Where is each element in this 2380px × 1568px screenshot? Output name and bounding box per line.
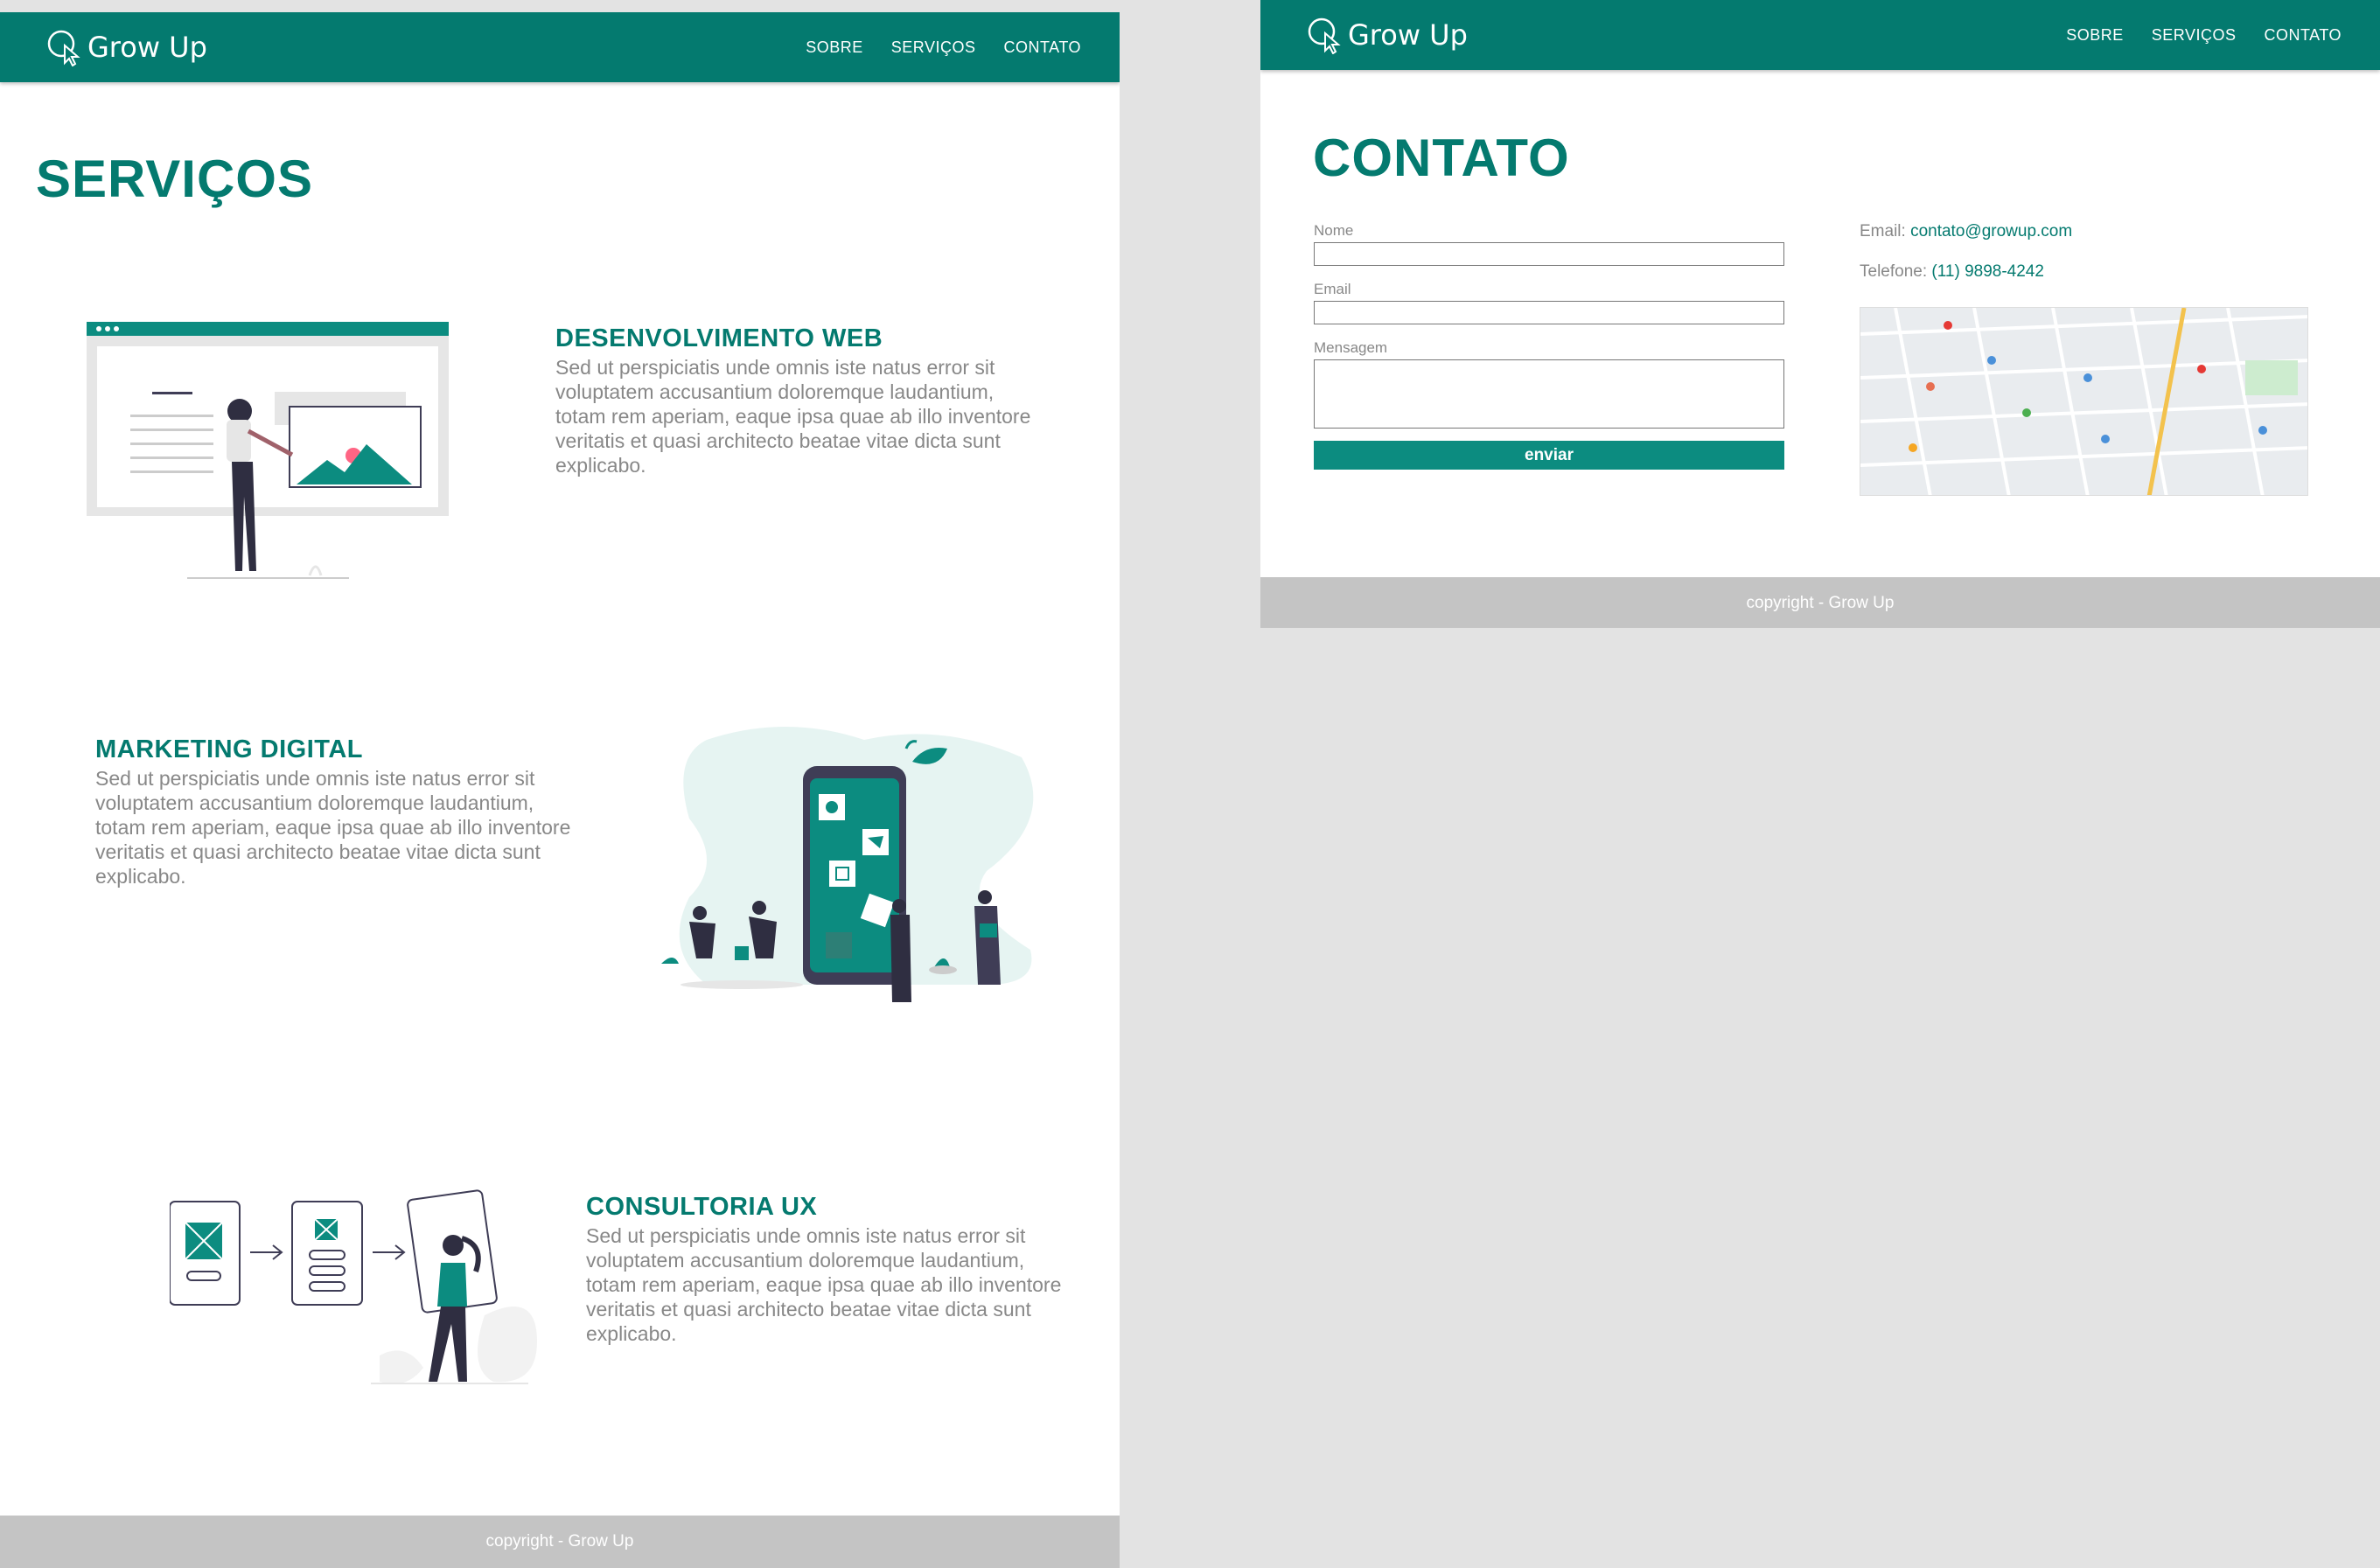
service-web-development: DESENVOLVIMENTO WEB Sed ut perspiciatis … — [555, 324, 1032, 477]
page-title: SERVIÇOS — [36, 150, 313, 208]
map-graphic — [1860, 308, 2307, 495]
service-title: DESENVOLVIMENTO WEB — [555, 324, 883, 352]
contact-page: Grow Up SOBRE SERVIÇOS CONTATO CONTATO N… — [1260, 0, 2380, 628]
brand-name: Grow Up — [1348, 18, 1468, 52]
service-title: CONSULTORIA UX — [586, 1193, 818, 1221]
email-label: Email — [1314, 281, 1351, 297]
brand-logo[interactable]: Grow Up — [45, 28, 207, 66]
contact-email-label: Email: — [1860, 222, 1906, 240]
location-map[interactable] — [1860, 307, 2308, 496]
contact-phone-row: Telefone: (11) 9898-4242 — [1860, 262, 2072, 282]
brand-name: Grow Up — [87, 31, 207, 64]
contact-form: Nome Email Mensagem enviar — [1314, 222, 1784, 470]
service-title: MARKETING DIGITAL — [95, 735, 363, 763]
nav-link-servicos[interactable]: SERVIÇOS — [2152, 26, 2237, 45]
contact-page-body: Grow Up SOBRE SERVIÇOS CONTATO CONTATO N… — [1260, 0, 2380, 577]
nav-link-contato[interactable]: CONTATO — [2265, 26, 2342, 45]
service-ux-consulting: CONSULTORIA UX Sed ut perspiciatis unde … — [586, 1193, 1063, 1346]
services-page: Grow Up SOBRE SERVIÇOS CONTATO SERVIÇOS … — [0, 12, 1120, 1568]
contact-phone-label: Telefone: — [1860, 262, 1928, 281]
service-digital-marketing: MARKETING DIGITAL Sed ut perspiciatis un… — [95, 735, 572, 889]
message-field[interactable] — [1314, 359, 1784, 429]
navbar: Grow Up SOBRE SERVIÇOS CONTATO — [0, 12, 1120, 82]
navbar: Grow Up SOBRE SERVIÇOS CONTATO — [1260, 0, 2380, 70]
cursor-logo-icon — [47, 30, 80, 66]
service-description: Sed ut perspiciatis unde omnis iste natu… — [95, 767, 571, 888]
nav-link-contato[interactable]: CONTATO — [1004, 38, 1082, 57]
service-description: Sed ut perspiciatis unde omnis iste natu… — [586, 1224, 1062, 1345]
nav-menu: SOBRE SERVIÇOS CONTATO — [806, 38, 1081, 57]
nav-link-servicos[interactable]: SERVIÇOS — [891, 38, 976, 57]
footer-copyright: copyright - Grow Up — [485, 1532, 634, 1551]
email-field[interactable] — [1314, 301, 1784, 324]
digital-marketing-illustration — [661, 727, 1034, 1002]
footer: copyright - Grow Up — [0, 1516, 1120, 1568]
brand-logo[interactable]: Grow Up — [1306, 16, 1468, 54]
service-description: Sed ut perspiciatis unde omnis iste natu… — [555, 356, 1031, 477]
footer-copyright: copyright - Grow Up — [1746, 594, 1895, 612]
contact-info: Email: contato@growup.com Telefone: (11)… — [1860, 222, 2072, 303]
contact-email-row: Email: contato@growup.com — [1860, 222, 2072, 241]
contact-phone-link[interactable]: (11) 9898-4242 — [1931, 262, 2044, 281]
cursor-logo-icon — [1308, 17, 1341, 54]
nav-menu: SOBRE SERVIÇOS CONTATO — [2066, 26, 2342, 45]
contact-email-link[interactable]: contato@growup.com — [1910, 222, 2072, 240]
page-title: CONTATO — [1313, 129, 1570, 187]
nav-link-sobre[interactable]: SOBRE — [2066, 26, 2124, 45]
ux-consulting-illustration — [170, 1189, 537, 1384]
submit-button[interactable]: enviar — [1314, 441, 1784, 470]
footer: copyright - Grow Up — [1260, 577, 2380, 628]
message-label: Mensagem — [1314, 339, 1388, 356]
nav-link-sobre[interactable]: SOBRE — [806, 38, 863, 57]
name-label: Nome — [1314, 222, 1354, 239]
name-field[interactable] — [1314, 242, 1784, 266]
web-development-illustration — [87, 322, 449, 579]
